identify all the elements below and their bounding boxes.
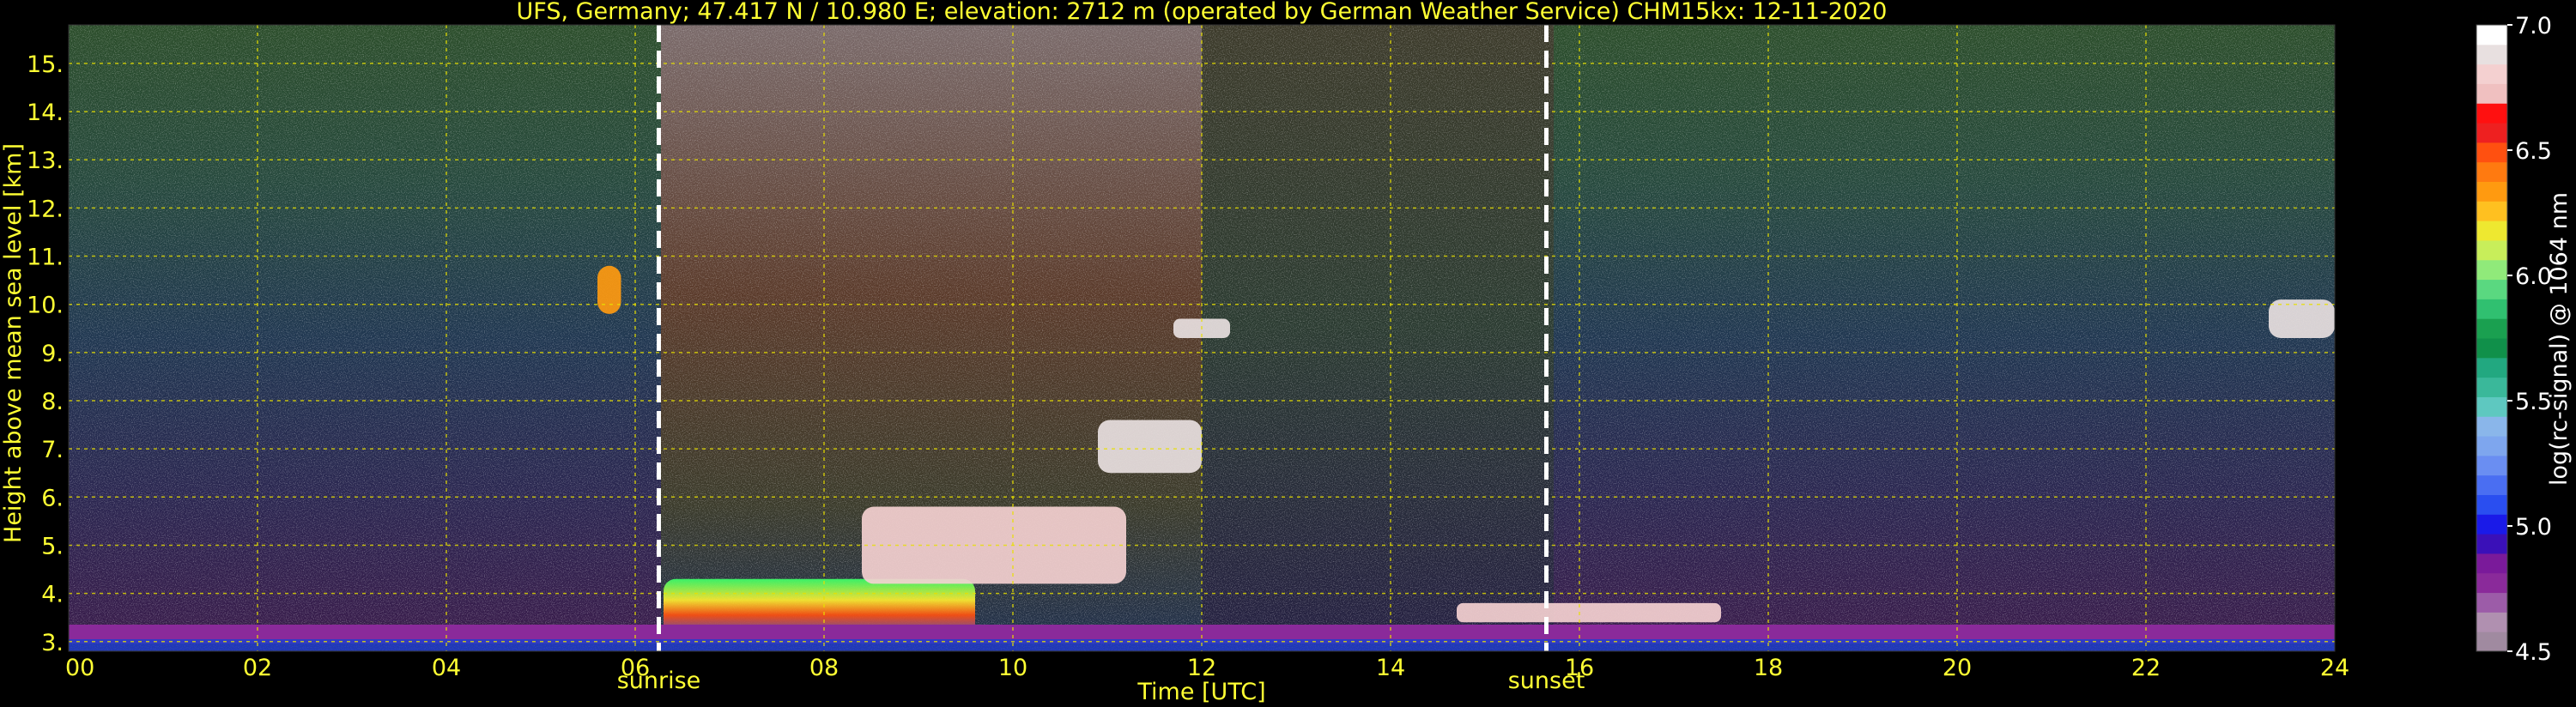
y-tick-label: 8. [41, 389, 64, 415]
y-axis-label: Height above mean sea level [km] [0, 143, 27, 543]
colorbar-segment [2476, 534, 2507, 554]
cloud-feature [1098, 420, 1202, 474]
y-tick-label: 10. [27, 293, 64, 319]
cloud-feature [597, 265, 621, 314]
x-tick-label: 22 [2131, 655, 2161, 681]
cloud-feature [1457, 602, 1721, 623]
colorbar-segment [2476, 239, 2507, 261]
ceilometer-chart: 00 02 04 06 08 10 12 14 16 18 20 22 24sunrise sunset3… [0, 0, 2573, 705]
cloud-feature [862, 506, 1126, 584]
x-tick-label: 24 [2320, 655, 2349, 681]
colorbar-segment [2476, 612, 2507, 632]
colorbar-segment [2476, 318, 2507, 339]
x-axis-label: Time [UTC] [1136, 679, 1265, 705]
colorbar-segment [2476, 123, 2507, 143]
colorbar-segment [2476, 63, 2507, 84]
colorbar-tick-label: 5.0 [2515, 514, 2552, 541]
x-tick-label: 02 [243, 655, 272, 681]
colorbar-segment [2476, 474, 2507, 495]
colorbar-segment [2476, 455, 2507, 476]
colorbar-segment [2476, 572, 2507, 594]
colorbar-segment [2476, 161, 2507, 182]
colorbar-tick-label: 6.5 [2515, 138, 2552, 165]
colorbar-segment [2476, 25, 2507, 45]
colorbar-segment [2476, 299, 2507, 319]
colorbar-segment [2476, 142, 2507, 163]
colorbar-segment [2476, 396, 2507, 417]
colorbar-segment [2476, 103, 2507, 124]
x-tick-label: 04 [432, 655, 461, 681]
plot-area [69, 25, 2335, 651]
x-tick-label: 08 [809, 655, 839, 681]
cloud-feature [2269, 299, 2335, 338]
x-tick-label: 18 [1754, 655, 1783, 681]
colorbar-segment [2476, 83, 2507, 104]
colorbar-segment [2476, 221, 2507, 241]
y-tick-label: 9. [41, 341, 64, 367]
x-tick-label: 20 [1943, 655, 1972, 681]
colorbar-segment [2476, 44, 2507, 65]
colorbar-segment [2476, 631, 2507, 652]
colorbar-tick-label: 4.5 [2515, 639, 2552, 666]
colorbar-segment [2476, 494, 2507, 515]
colorbar-segment [2476, 436, 2507, 456]
colorbar-segment [2476, 259, 2507, 281]
y-tick-label: 6. [41, 485, 64, 511]
y-tick-label: 12. [27, 196, 64, 222]
colorbar-segment [2476, 338, 2507, 359]
colorbar-segment [2476, 377, 2507, 397]
colorbar-tick-label: 7.0 [2515, 13, 2552, 39]
x-tick-label: 14 [1376, 655, 1405, 681]
colorbar-segment [2476, 357, 2507, 378]
colorbar-segment [2476, 279, 2507, 299]
y-tick-label: 4. [41, 582, 64, 608]
y-tick-label: 5. [41, 533, 64, 559]
x-tick-label: 00 [65, 655, 94, 681]
x-tick-label: 12 [1187, 655, 1216, 681]
colorbar-segment [2476, 201, 2507, 221]
marker-label-sunset: sunset [1508, 668, 1585, 694]
y-tick-label: 15. [27, 51, 64, 78]
y-tick-label: 14. [27, 100, 64, 126]
colorbar: 4.55.05.56.06.57.0 [2476, 13, 2552, 666]
colorbar-label: log(rc-signal) @ 1064 nm [2546, 192, 2573, 486]
chart-title: UFS, Germany; 47.417 N / 10.980 E; eleva… [517, 0, 1888, 25]
y-tick-label: 11. [27, 245, 64, 271]
colorbar-segment [2476, 416, 2507, 437]
colorbar-segment [2476, 592, 2507, 613]
y-tick-label: 3. [41, 630, 64, 656]
colorbar-segment [2476, 553, 2507, 574]
colorbar-segment [2476, 181, 2507, 202]
y-tick-label: 7. [41, 437, 64, 463]
x-tick-label: 10 [998, 655, 1027, 681]
y-tick-label: 13. [27, 148, 64, 174]
colorbar-segment [2476, 514, 2507, 535]
marker-label-sunrise: sunrise [617, 668, 701, 694]
